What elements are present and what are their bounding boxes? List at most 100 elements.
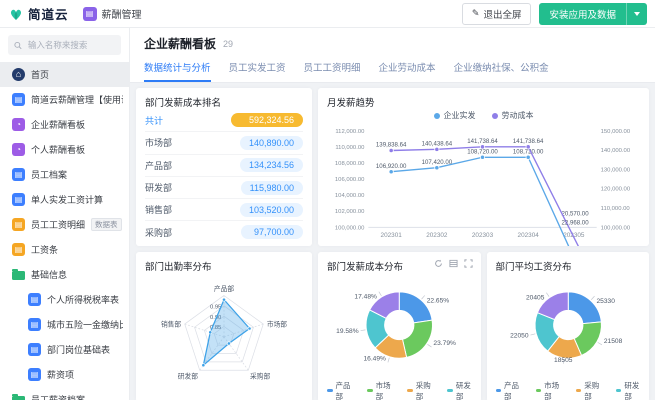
card-toolbar bbox=[434, 259, 473, 268]
sidebar-item[interactable]: ▤个人所得税税率表 bbox=[0, 287, 129, 312]
app-badge[interactable]: ▤ 薪酬管理 bbox=[83, 6, 142, 21]
svg-text:104,000.00: 104,000.00 bbox=[335, 193, 365, 199]
form-icon: ▤ bbox=[28, 318, 41, 331]
refresh-icon[interactable] bbox=[434, 259, 443, 268]
form-icon: ▤ bbox=[28, 368, 41, 381]
ranking-value: 134,234.56 bbox=[240, 158, 303, 172]
sidebar-item[interactable]: 员工薪资档案 bbox=[0, 387, 129, 400]
svg-text:22050: 22050 bbox=[510, 333, 529, 340]
sidebar-item-label: 个人薪酬看板 bbox=[31, 143, 85, 156]
sidebar-item-label: 薪资项 bbox=[47, 368, 74, 381]
pie-slice[interactable] bbox=[568, 292, 601, 324]
search-input[interactable] bbox=[26, 39, 115, 51]
sidebar-item[interactable]: ▤员工工资明细数据表 bbox=[0, 212, 129, 237]
legend-item[interactable]: 市场部 bbox=[536, 380, 560, 400]
logo[interactable]: 简道云 bbox=[8, 4, 69, 23]
tab[interactable]: 员工实发工资 bbox=[229, 60, 286, 82]
sidebar-item[interactable]: ⌂首页 bbox=[0, 62, 129, 87]
form-icon: ▤ bbox=[12, 93, 25, 106]
sidebar-item[interactable]: ▤ 简道云薪酬管理【使用说明】 bbox=[0, 87, 129, 112]
pie-slice[interactable] bbox=[402, 320, 432, 357]
svg-text:19.58%: 19.58% bbox=[336, 328, 359, 335]
pie2-svg: 2533021508185052205020405 bbox=[496, 273, 641, 384]
svg-text:22.65%: 22.65% bbox=[427, 297, 450, 304]
install-dropdown-button[interactable] bbox=[626, 3, 647, 25]
sidebar-item-label: 员工薪资档案 bbox=[31, 393, 85, 400]
main-area: 企业薪酬看板 29 数据统计与分析员工实发工资员工工资明细企业劳动成本企业缴纳社… bbox=[130, 28, 655, 400]
sidebar: ⌂首页 ▤ 简道云薪酬管理【使用说明】 ◔企业薪酬看板 ◔ 个人薪酬看板 ▤员工档案▤单人实… bbox=[0, 28, 130, 400]
svg-text:107,420.00: 107,420.00 bbox=[422, 159, 453, 166]
legend-item[interactable]: 采购部 bbox=[407, 380, 431, 400]
sidebar-item[interactable]: ▤ 城市五险一金缴纳比例 bbox=[0, 312, 129, 337]
ranking-value: 97,700.00 bbox=[241, 225, 303, 239]
sidebar-item-label: 城市五险一金缴纳比例 bbox=[47, 318, 123, 331]
tab[interactable]: 员工工资明细 bbox=[304, 60, 361, 82]
svg-text:141,738.64: 141,738.64 bbox=[467, 138, 498, 145]
svg-text:采购部: 采购部 bbox=[250, 371, 270, 380]
legend-marker bbox=[576, 389, 582, 392]
sidebar-item[interactable]: 基础信息 bbox=[0, 262, 129, 287]
sidebar-item[interactable]: ▤员工档案 bbox=[0, 162, 129, 187]
ranking-row: 产品部134,234.56 bbox=[145, 154, 303, 176]
svg-text:研发部: 研发部 bbox=[178, 371, 198, 380]
tab[interactable]: 数据统计与分析 bbox=[144, 60, 211, 82]
ranking-value: 115,980.00 bbox=[241, 181, 303, 195]
pie1-svg: 22.65%23.79%16.49%19.58%17.48% bbox=[327, 273, 472, 384]
pie1-card: 部门发薪成本分布 22.65%23.79%16.49%19.58%17.48% … bbox=[318, 252, 481, 400]
pie1-legend: 产品部市场部采购部研发部 bbox=[327, 384, 472, 397]
app-window: 简道云 ▤ 薪酬管理 ✎ 退出全屏 安装应用及数据 ⌂首页▤简道云薪酬管理【使 bbox=[0, 0, 655, 400]
ranking-label: 销售部 bbox=[145, 203, 172, 216]
svg-text:25330: 25330 bbox=[596, 298, 615, 305]
exit-fullscreen-button[interactable]: ✎ 退出全屏 bbox=[462, 3, 532, 25]
dashboard-icon: ◔ bbox=[12, 143, 25, 156]
legend-item[interactable]: 企业实发 bbox=[434, 110, 476, 121]
ranking-rows: 共计592,324.56市场部140,890.00产品部134,234.56研发… bbox=[145, 109, 303, 243]
legend-marker bbox=[616, 389, 622, 392]
sidebar-item[interactable]: ▤工资条 bbox=[0, 237, 129, 262]
svg-text:市场部: 市场部 bbox=[267, 320, 287, 329]
sidebar-item[interactable]: ▤ 薪资项 bbox=[0, 362, 129, 387]
app-icon: ▤ bbox=[83, 7, 97, 21]
fullscreen-icon[interactable] bbox=[464, 259, 473, 268]
svg-text:17.48%: 17.48% bbox=[354, 294, 377, 301]
table-icon[interactable] bbox=[449, 259, 458, 268]
svg-text:16.49%: 16.49% bbox=[363, 355, 386, 362]
sidebar-item[interactable]: ◔企业薪酬看板 bbox=[0, 112, 129, 137]
form-icon: ▤ bbox=[12, 218, 25, 231]
sidebar-item-label: 简道云薪酬管理【使用说明】 bbox=[31, 93, 123, 106]
legend-marker bbox=[492, 113, 498, 119]
legend-item[interactable]: 研发部 bbox=[616, 380, 640, 400]
sidebar-item[interactable]: ▤部门岗位基础表 bbox=[0, 337, 129, 362]
jiandaoyun-logo-icon bbox=[8, 6, 24, 22]
sidebar-item-label: 企业薪酬看板 bbox=[31, 118, 85, 131]
install-app-button[interactable]: 安装应用及数据 bbox=[539, 3, 647, 25]
svg-text:120,000.00: 120,000.00 bbox=[601, 187, 631, 193]
legend-item[interactable]: 市场部 bbox=[367, 380, 391, 400]
svg-text:202304: 202304 bbox=[518, 232, 540, 239]
legend-marker bbox=[327, 389, 333, 392]
tab[interactable]: 企业劳动成本 bbox=[379, 60, 436, 82]
logo-text: 简道云 bbox=[28, 4, 69, 23]
svg-text:产品部: 产品部 bbox=[214, 284, 234, 293]
tab[interactable]: 企业缴纳社保、公积金 bbox=[454, 60, 549, 82]
pie2-card-title: 部门平均工资分布 bbox=[496, 259, 641, 273]
sidebar-item[interactable]: ◔ 个人薪酬看板 bbox=[0, 137, 129, 162]
legend-item[interactable]: 产品部 bbox=[327, 380, 351, 400]
svg-text:100,000.00: 100,000.00 bbox=[601, 225, 631, 231]
ranking-row: 共计592,324.56 bbox=[145, 109, 303, 131]
pie2-card: 部门平均工资分布 2533021508185052205020405 产品部市场… bbox=[487, 252, 650, 400]
legend-item[interactable]: 产品部 bbox=[496, 380, 520, 400]
ranking-label: 共计 bbox=[145, 114, 163, 127]
legend-item[interactable]: 劳动成本 bbox=[492, 110, 534, 121]
legend-item[interactable]: 研发部 bbox=[447, 380, 471, 400]
sidebar-item[interactable]: ▤单人实发工资计算 bbox=[0, 187, 129, 212]
pie2-legend: 产品部市场部采购部研发部 bbox=[496, 384, 641, 397]
radar-card: 部门出勤率分布 0.950.900.85产品部市场部采购部研发部销售部 bbox=[136, 252, 312, 400]
ranking-value: 103,520.00 bbox=[240, 203, 303, 217]
ranking-row: 研发部115,980.00 bbox=[145, 176, 303, 198]
svg-text:130,000.00: 130,000.00 bbox=[601, 167, 631, 173]
radar-card-title: 部门出勤率分布 bbox=[145, 259, 303, 273]
search-box[interactable] bbox=[8, 35, 121, 55]
legend-item[interactable]: 采购部 bbox=[576, 380, 600, 400]
svg-text:销售部: 销售部 bbox=[161, 320, 181, 329]
